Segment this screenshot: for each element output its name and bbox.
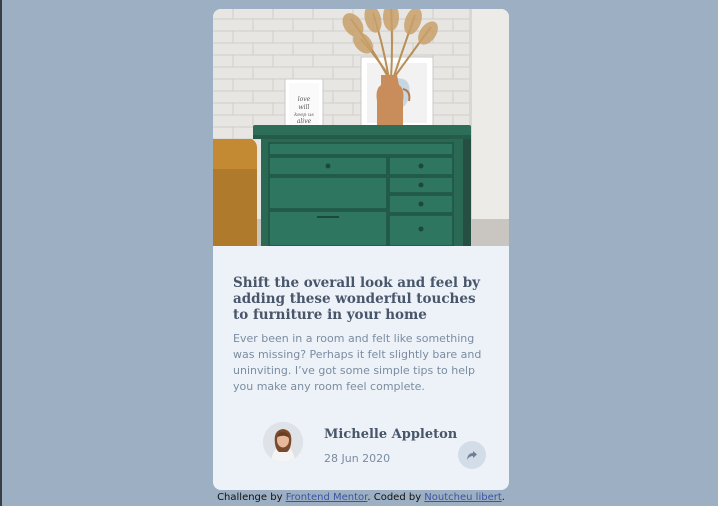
svg-text:will: will [299,104,310,111]
article-card: love will keep us alive Shift the overal… [213,9,509,490]
publish-date: 28 Jun 2020 [324,452,391,465]
share-icon [467,450,477,460]
svg-text:alive: alive [297,118,312,125]
avatar-portrait [263,422,303,462]
drawers-image: love will keep us alive [213,9,509,246]
article-content: Shift the overall look and feel by addin… [233,275,493,395]
author-name: Michelle Appleton [324,427,458,442]
attribution-prefix: Challenge by [217,492,286,503]
author-link[interactable]: Noutcheu libert [424,492,501,503]
avatar [263,422,303,462]
attribution-middle: . Coded by [367,492,425,503]
attribution-suffix: . [501,492,505,503]
article-title: Shift the overall look and feel by addin… [233,275,481,323]
drawers-illustration: love will keep us alive [213,9,509,246]
attribution: Challenge by Frontend Mentor. Coded by N… [2,492,718,503]
article-description: Ever been in a room and felt like someth… [233,332,482,393]
frame-text: love [298,96,311,103]
frontend-mentor-link[interactable]: Frontend Mentor [286,492,368,503]
share-button[interactable] [458,441,486,469]
